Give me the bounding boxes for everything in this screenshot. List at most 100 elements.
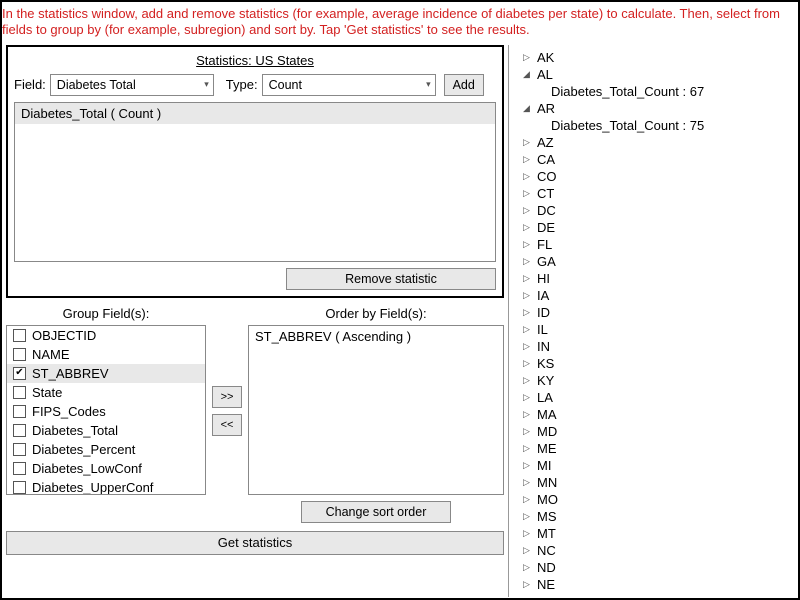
triangle-right-icon[interactable]: ▷ — [523, 358, 533, 369]
checkbox-icon[interactable] — [13, 481, 26, 494]
triangle-right-icon[interactable]: ▷ — [523, 477, 533, 488]
group-field-item[interactable]: Diabetes_LowConf — [7, 459, 205, 478]
results-tree[interactable]: ▷AK◢ALDiabetes_Total_Count : 67◢ARDiabet… — [508, 45, 798, 597]
tree-node[interactable]: ▷CA — [513, 151, 798, 168]
tree-node[interactable]: ▷NC — [513, 542, 798, 559]
change-sort-order-button[interactable]: Change sort order — [301, 501, 451, 523]
tree-node[interactable]: ▷ KY — [513, 372, 798, 389]
triangle-right-icon[interactable]: ▷ — [523, 409, 533, 420]
triangle-right-icon[interactable]: ▷ — [523, 545, 533, 556]
tree-node[interactable]: ▷FL — [513, 236, 798, 253]
tree-node[interactable]: ▷CO — [513, 168, 798, 185]
group-field-item[interactable]: Diabetes_UpperConf — [7, 478, 205, 495]
checkbox-icon[interactable] — [13, 405, 26, 418]
triangle-right-icon[interactable]: ▷ — [523, 596, 533, 597]
field-label: Field: — [14, 77, 46, 92]
tree-node[interactable]: ▷MT — [513, 525, 798, 542]
triangle-right-icon[interactable]: ▷ — [523, 137, 533, 148]
checkbox-icon[interactable] — [13, 443, 26, 456]
triangle-right-icon[interactable]: ▷ — [523, 205, 533, 216]
triangle-right-icon[interactable]: ▷ — [523, 324, 533, 335]
tree-node-label: DE — [537, 220, 555, 235]
triangle-right-icon[interactable]: ▷ — [523, 256, 533, 267]
tree-node[interactable]: ▷MO — [513, 491, 798, 508]
tree-node[interactable]: ▷AZ — [513, 134, 798, 151]
group-field-item[interactable]: State — [7, 383, 205, 402]
tree-leaf[interactable]: Diabetes_Total_Count : 75 — [513, 117, 798, 134]
triangle-right-icon[interactable]: ▷ — [523, 392, 533, 403]
tree-node[interactable]: ▷IN — [513, 338, 798, 355]
triangle-right-icon[interactable]: ▷ — [523, 375, 533, 386]
group-field-item[interactable]: Diabetes_Total — [7, 421, 205, 440]
checkbox-icon[interactable] — [13, 462, 26, 475]
tree-node[interactable]: ▷MS — [513, 508, 798, 525]
checkbox-icon[interactable] — [13, 348, 26, 361]
tree-node[interactable]: ▷KS — [513, 355, 798, 372]
triangle-right-icon[interactable]: ▷ — [523, 273, 533, 284]
group-field-item[interactable]: Diabetes_Percent — [7, 440, 205, 459]
tree-node[interactable]: ▷NE — [513, 576, 798, 593]
triangle-right-icon[interactable]: ▷ — [523, 511, 533, 522]
triangle-right-icon[interactable]: ▷ — [523, 171, 533, 182]
selected-statistics-list[interactable]: Diabetes_Total ( Count ) — [14, 102, 496, 262]
group-field-item[interactable]: FIPS_Codes — [7, 402, 205, 421]
group-fields-list[interactable]: OBJECTIDNAME✔ST_ABBREVStateFIPS_CodesDia… — [6, 325, 206, 495]
checkbox-icon[interactable] — [13, 329, 26, 342]
checkbox-icon[interactable]: ✔ — [13, 367, 26, 380]
triangle-right-icon[interactable]: ▷ — [523, 290, 533, 301]
tree-node[interactable]: ▷MI — [513, 457, 798, 474]
tree-node[interactable]: ▷NH — [513, 593, 798, 597]
tree-node[interactable]: ▷MA — [513, 406, 798, 423]
tree-node[interactable]: ▷DC — [513, 202, 798, 219]
triangle-right-icon[interactable]: ▷ — [523, 341, 533, 352]
checkbox-icon[interactable] — [13, 424, 26, 437]
tree-leaf[interactable]: Diabetes_Total_Count : 67 — [513, 83, 798, 100]
triangle-right-icon[interactable]: ▷ — [523, 222, 533, 233]
tree-node[interactable]: ▷ DE — [513, 219, 798, 236]
tree-node[interactable]: ▷MD — [513, 423, 798, 440]
get-statistics-button[interactable]: Get statistics — [6, 531, 504, 555]
move-right-button[interactable]: >> — [212, 386, 242, 408]
triangle-right-icon[interactable]: ▷ — [523, 443, 533, 454]
tree-node[interactable]: ▷ID — [513, 304, 798, 321]
triangle-right-icon[interactable]: ▷ — [523, 494, 533, 505]
triangle-right-icon[interactable]: ▷ — [523, 528, 533, 539]
tree-node[interactable]: ▷CT — [513, 185, 798, 202]
group-field-item[interactable]: OBJECTID — [7, 326, 205, 345]
tree-node[interactable]: ▷GA — [513, 253, 798, 270]
group-field-item[interactable]: NAME — [7, 345, 205, 364]
triangle-right-icon[interactable]: ▷ — [523, 154, 533, 165]
triangle-down-icon[interactable]: ◢ — [523, 69, 533, 80]
tree-node-label: KY — [537, 373, 554, 388]
group-field-item[interactable]: ✔ST_ABBREV — [7, 364, 205, 383]
triangle-right-icon[interactable]: ▷ — [523, 460, 533, 471]
remove-statistic-button[interactable]: Remove statistic — [286, 268, 496, 290]
tree-node[interactable]: ◢AR — [513, 100, 798, 117]
checkbox-icon[interactable] — [13, 386, 26, 399]
tree-node[interactable]: ▷ND — [513, 559, 798, 576]
field-combo[interactable]: Diabetes Total ▾ — [50, 74, 214, 96]
tree-node[interactable]: ▷HI — [513, 270, 798, 287]
move-left-button[interactable]: << — [212, 414, 242, 436]
triangle-down-icon[interactable]: ◢ — [523, 103, 533, 114]
list-item[interactable]: Diabetes_Total ( Count ) — [15, 103, 495, 124]
tree-node[interactable]: ▷ME — [513, 440, 798, 457]
triangle-right-icon[interactable]: ▷ — [523, 562, 533, 573]
add-button[interactable]: Add — [444, 74, 484, 96]
field-combo-value: Diabetes Total — [57, 78, 136, 92]
list-item[interactable]: ST_ABBREV ( Ascending ) — [249, 326, 503, 347]
tree-node[interactable]: ▷AK — [513, 49, 798, 66]
type-combo[interactable]: Count ▾ — [262, 74, 436, 96]
order-by-list[interactable]: ST_ABBREV ( Ascending ) — [248, 325, 504, 495]
triangle-right-icon[interactable]: ▷ — [523, 426, 533, 437]
triangle-right-icon[interactable]: ▷ — [523, 579, 533, 590]
tree-node[interactable]: ▷IA — [513, 287, 798, 304]
triangle-right-icon[interactable]: ▷ — [523, 239, 533, 250]
triangle-right-icon[interactable]: ▷ — [523, 52, 533, 63]
triangle-right-icon[interactable]: ▷ — [523, 188, 533, 199]
tree-node[interactable]: ▷MN — [513, 474, 798, 491]
tree-node[interactable]: ◢AL — [513, 66, 798, 83]
triangle-right-icon[interactable]: ▷ — [523, 307, 533, 318]
tree-node[interactable]: ▷IL — [513, 321, 798, 338]
tree-node[interactable]: ▷LA — [513, 389, 798, 406]
